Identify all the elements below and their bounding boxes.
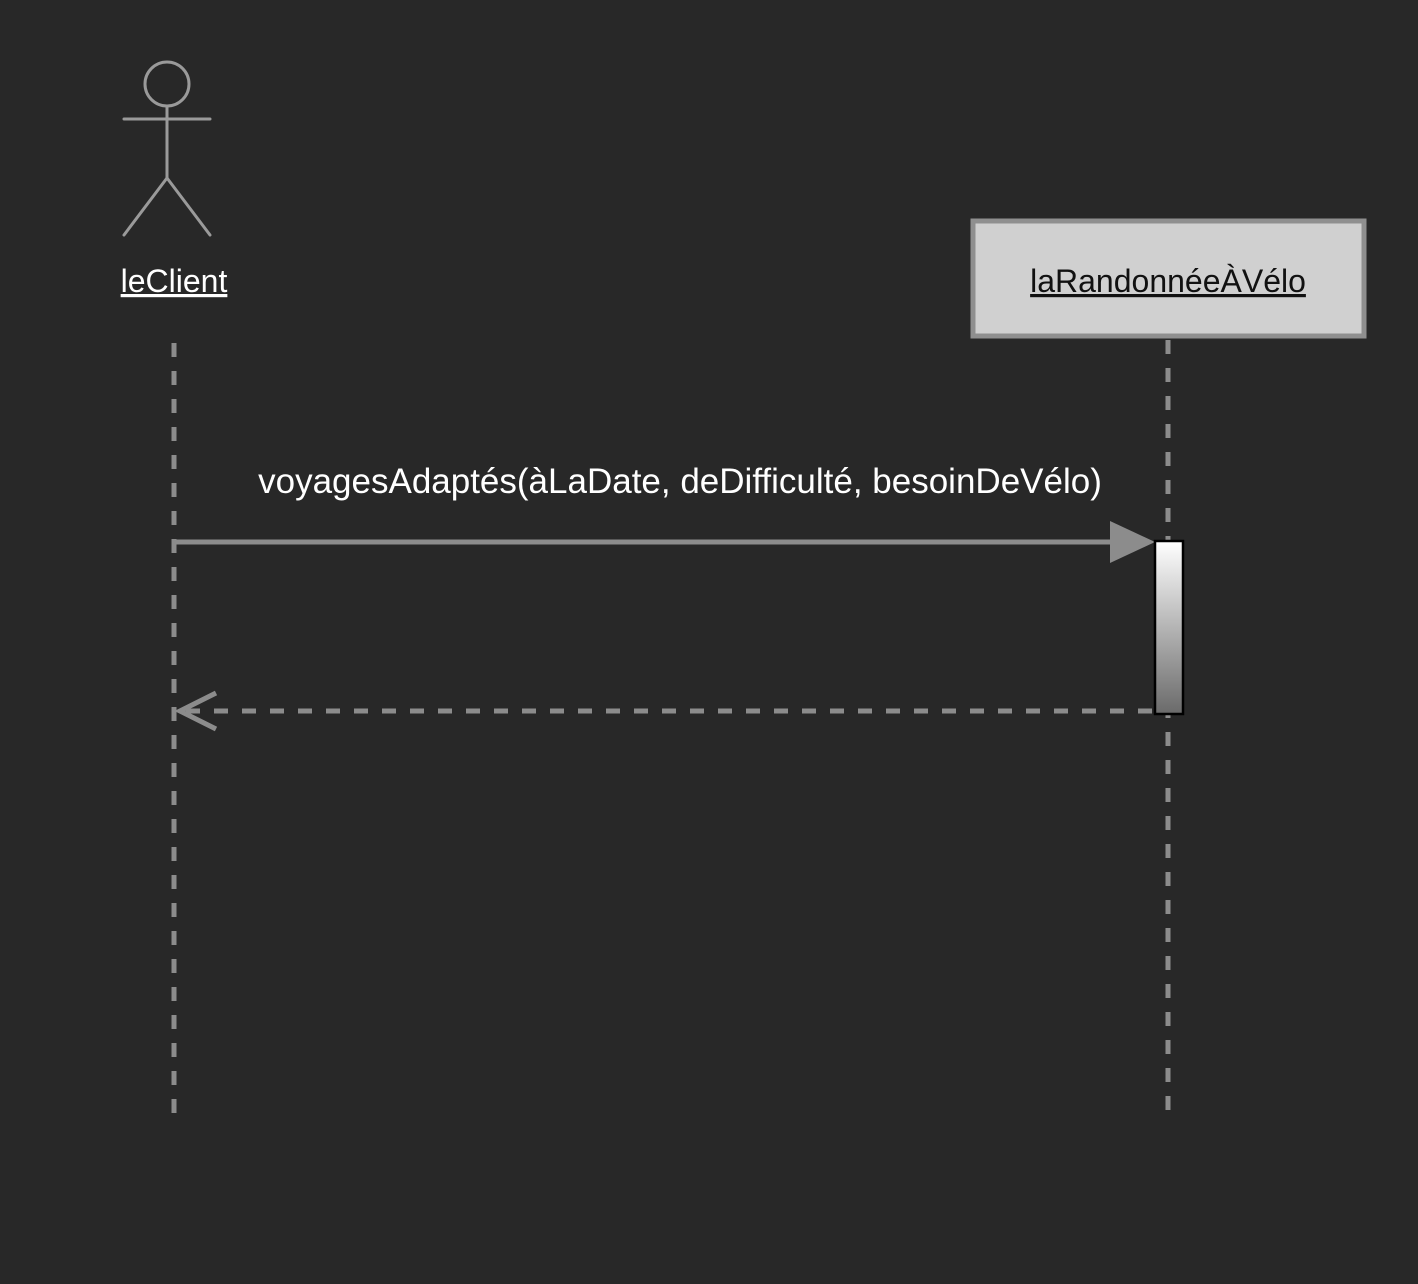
object-rando-label: laRandonnéeÀVélo bbox=[1030, 263, 1306, 299]
activation-bar bbox=[1153, 539, 1185, 716]
sequence-diagram: leClient laRandonnéeÀVélo voyagesAdaptés… bbox=[121, 60, 1367, 1120]
sequence-diagram-canvas: leClient laRandonnéeÀVélo voyagesAdaptés… bbox=[0, 0, 1418, 1284]
message-return[interactable] bbox=[174, 690, 1152, 732]
actor-client-label: leClient bbox=[121, 263, 228, 299]
message-call-label: voyagesAdaptés(àLaDate, deDifficulté, be… bbox=[258, 462, 1102, 501]
stick-figure-icon bbox=[122, 60, 212, 237]
message-call[interactable]: voyagesAdaptés(àLaDate, deDifficulté, be… bbox=[176, 462, 1155, 563]
object-rando[interactable]: laRandonnéeÀVélo bbox=[970, 218, 1367, 339]
filled-arrowhead-icon bbox=[1110, 521, 1155, 563]
actor-client[interactable]: leClient bbox=[121, 60, 228, 299]
